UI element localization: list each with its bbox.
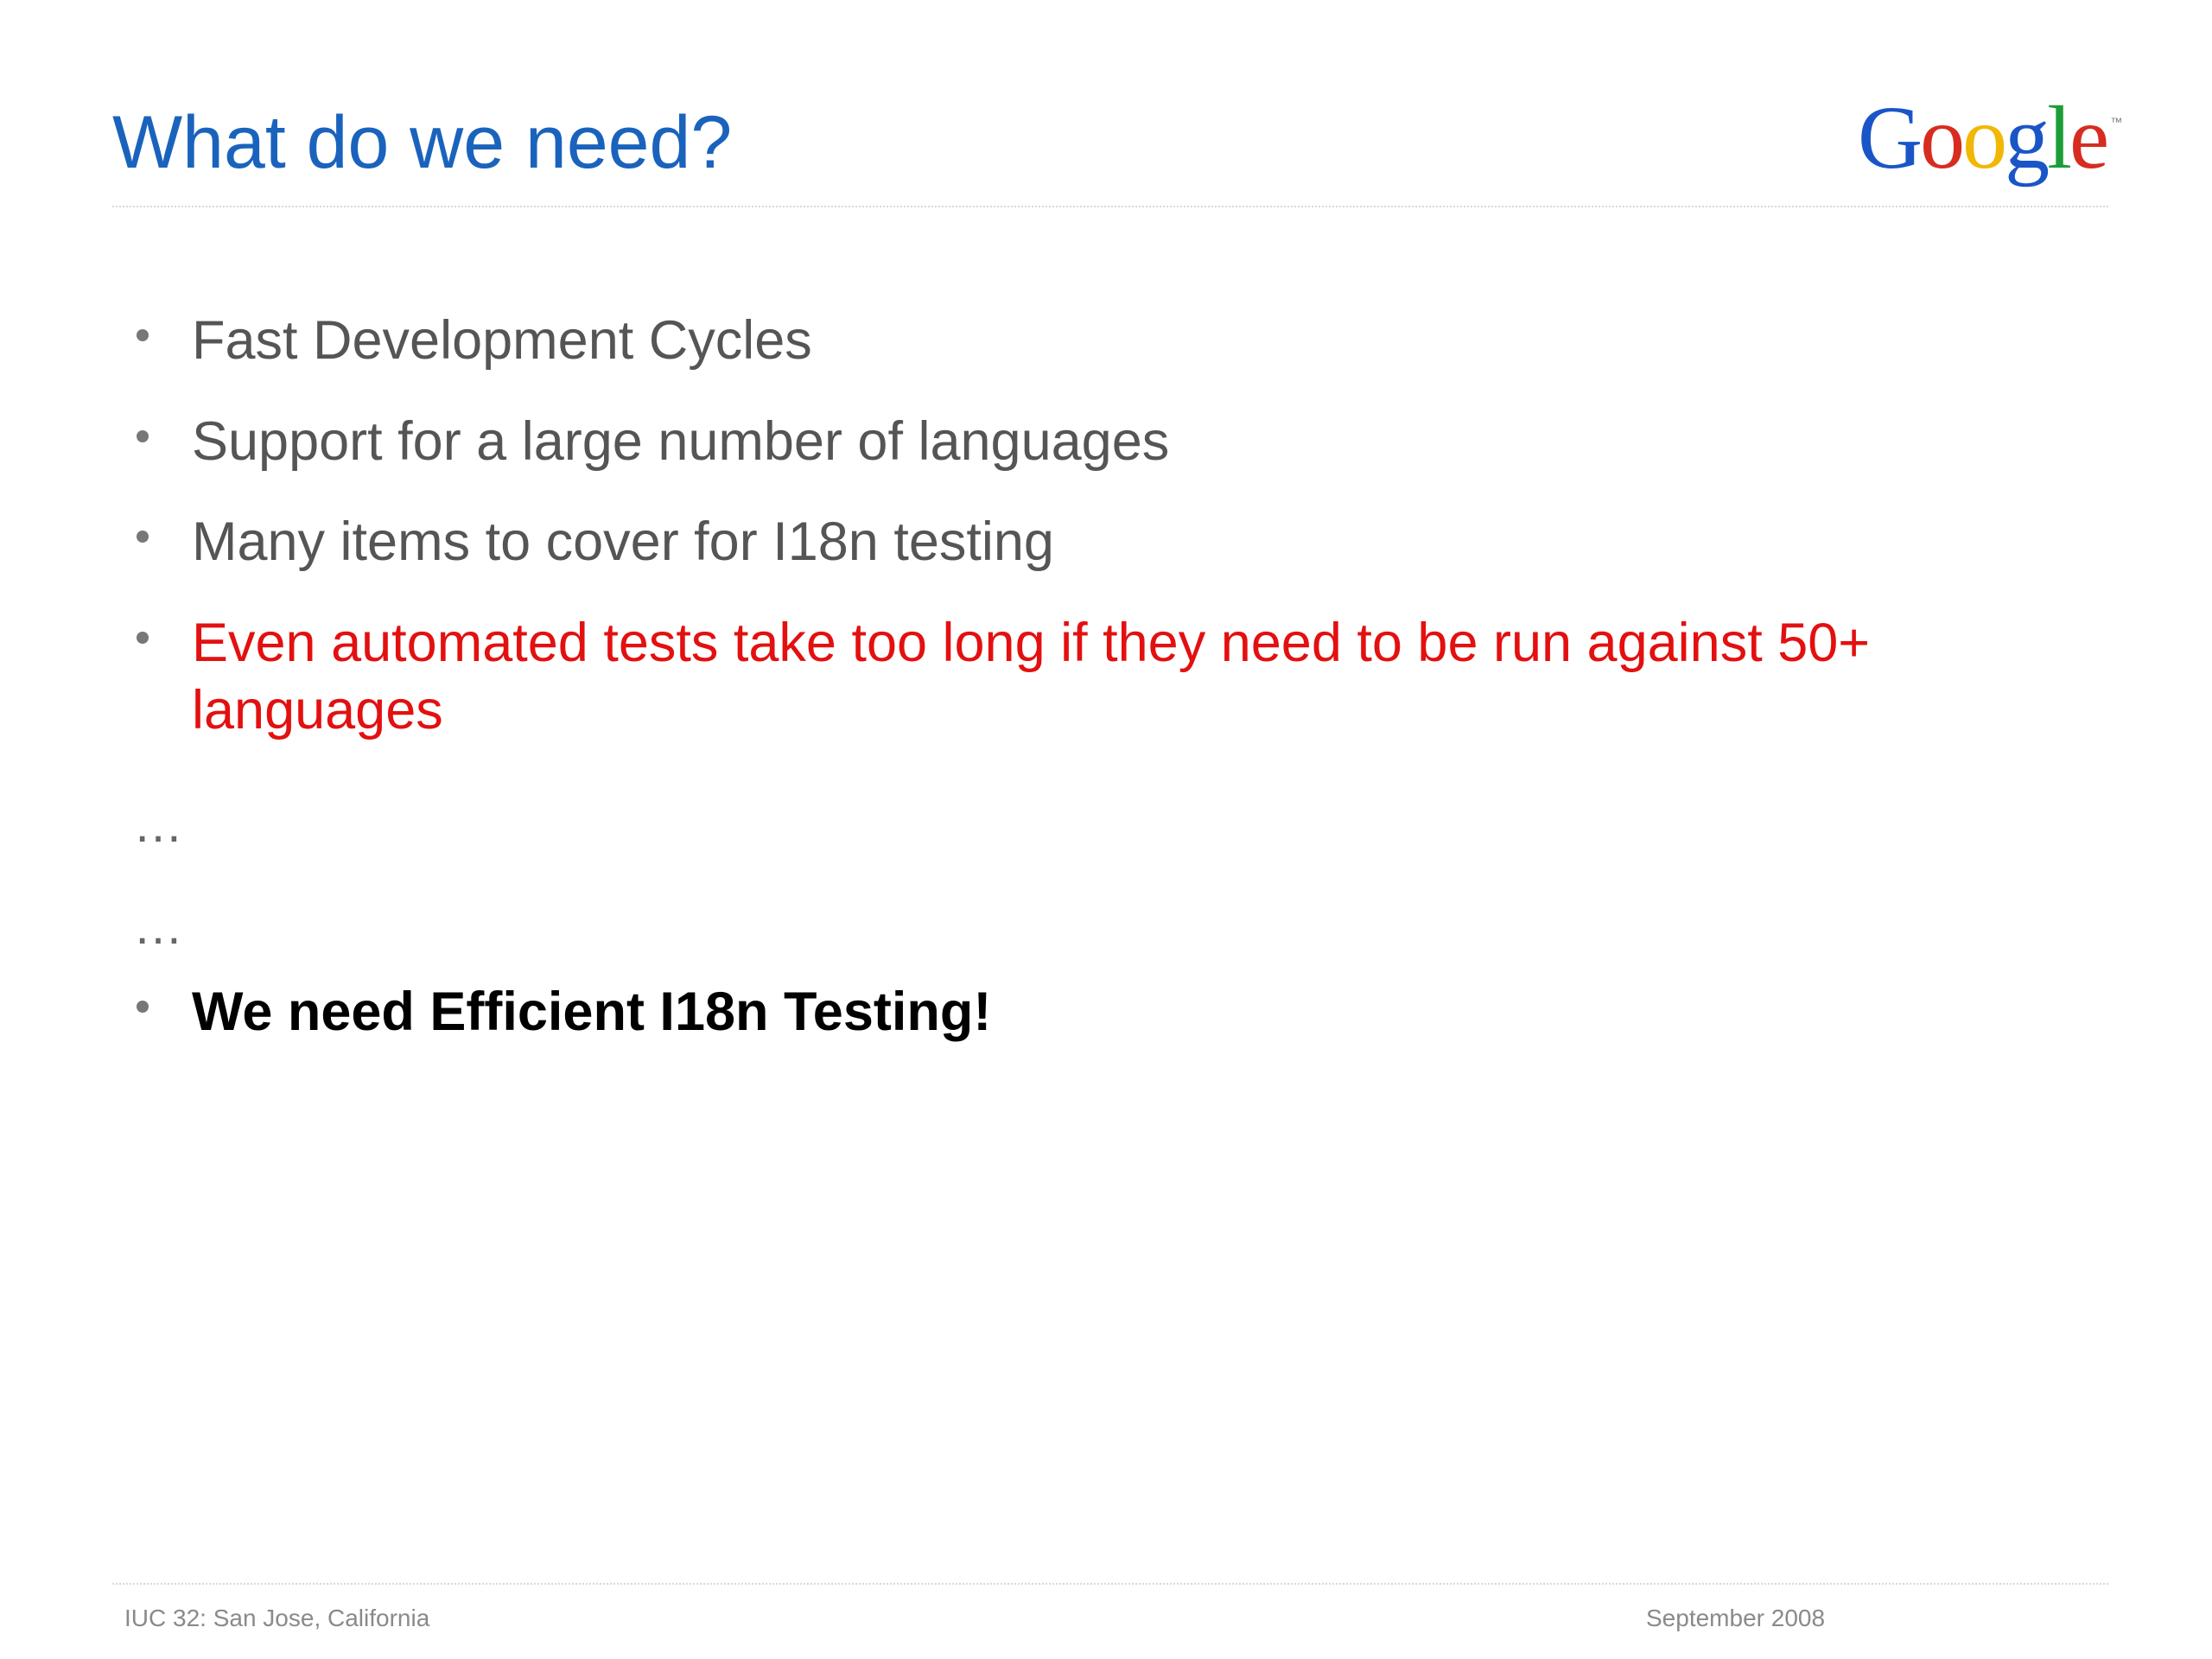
google-logo: Google ™ [1858, 93, 2122, 183]
presentation-slide: What do we need? Google ™ Fast Developmen… [0, 0, 2212, 1659]
bullet-text: Support for a large number of languages [192, 411, 1170, 472]
logo-letter: o [1962, 88, 2007, 188]
bullet-text: Fast Development Cycles [192, 310, 812, 371]
header-divider [112, 206, 2108, 207]
ellipsis: … [133, 797, 187, 853]
slide-title: What do we need? [112, 101, 733, 184]
bullet-text-highlighted: Even automated tests take too long if th… [192, 613, 1871, 741]
bullet-text: Many items to cover for I18n testing [192, 512, 1054, 572]
bullet-dot [137, 632, 149, 644]
footer-divider [112, 1583, 2108, 1585]
bullet-text-conclusion: We need Efficient I18n Testing! [192, 982, 992, 1042]
bullet-dot [137, 531, 149, 543]
logo-letter: o [1920, 88, 1965, 188]
footer-event: IUC 32: San Jose, California [124, 1605, 430, 1631]
logo-letter: G [1858, 88, 1923, 188]
logo-letter: g [2005, 88, 2050, 188]
bullet-dot [137, 329, 149, 341]
logo-letter: l [2047, 88, 2072, 188]
bullet-dot [137, 1001, 149, 1013]
logo-letter: e [2069, 88, 2109, 188]
footer-date: September 2008 [1646, 1605, 1826, 1631]
bullet-dot [137, 430, 149, 442]
logo-trademark: ™ [2110, 115, 2123, 129]
ellipsis: … [133, 899, 187, 955]
